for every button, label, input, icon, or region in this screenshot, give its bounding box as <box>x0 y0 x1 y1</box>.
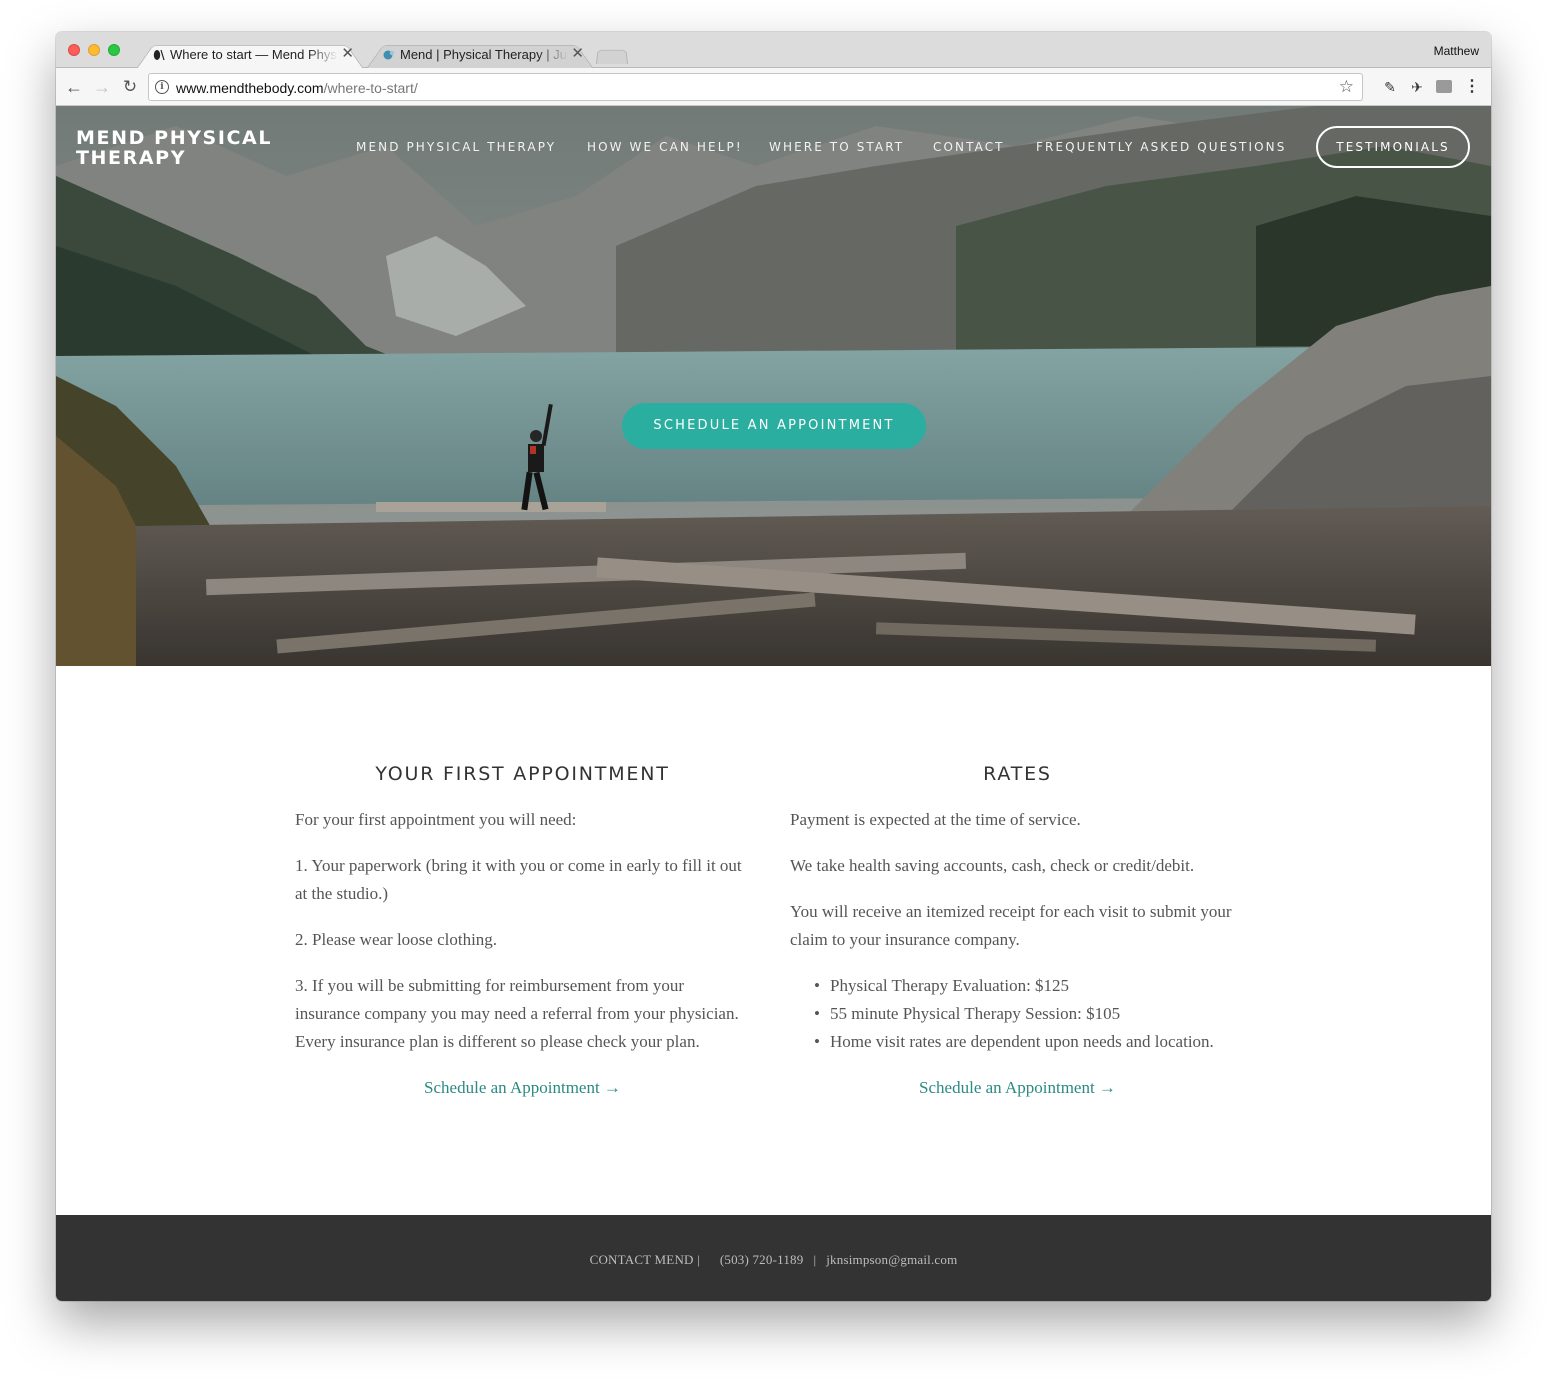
tab-title: Mend | Physical Therapy | Julie Simpson <box>400 47 568 62</box>
first-appointment-intro: For your first appointment you will need… <box>295 810 577 829</box>
first-appointment-heading: YOUR FIRST APPOINTMENT <box>375 763 670 785</box>
footer-divider: | <box>813 1252 817 1267</box>
page-content: MEND PHYSICAL THERAPY MEND PHYSICAL THER… <box>56 106 1491 1301</box>
zoom-window-button[interactable] <box>108 44 120 56</box>
hero-landscape-image <box>56 106 1491 666</box>
tab-mend-home[interactable]: Mend | Physical Therapy | Julie Simpson … <box>366 40 594 69</box>
site-info-icon[interactable]: i <box>155 80 169 94</box>
extension-box-icon[interactable] <box>1435 78 1453 96</box>
footer-email[interactable]: jknsimpson@gmail.com <box>826 1252 957 1267</box>
rates-paragraph: You will receive an itemized receipt for… <box>790 902 1232 949</box>
extension-dropper-icon[interactable]: ✎ <box>1381 78 1399 96</box>
hero-banner: MEND PHYSICAL THERAPY MEND PHYSICAL THER… <box>56 106 1491 666</box>
rates-paragraph: We take health saving accounts, cash, ch… <box>790 856 1195 875</box>
tab-close-icon[interactable]: ✕ <box>571 46 584 62</box>
nav-how-we-can-help[interactable]: HOW WE CAN HELP! <box>587 140 743 154</box>
minimize-window-button[interactable] <box>88 44 100 56</box>
site-logo[interactable]: MEND PHYSICAL THERAPY <box>76 128 306 168</box>
tab-title: Where to start — Mend Physical Therapy <box>170 47 338 62</box>
schedule-appointment-link[interactable]: Schedule an Appointment → <box>295 1074 750 1102</box>
first-appointment-section: YOUR FIRST APPOINTMENT For your first ap… <box>295 762 750 1102</box>
rates-list-item: Physical Therapy Evaluation: $125 <box>790 972 1245 1000</box>
rates-list-item: 55 minute Physical Therapy Session: $105 <box>790 1000 1245 1028</box>
schedule-appointment-link[interactable]: Schedule an Appointment → <box>790 1074 1245 1102</box>
testimonials-button[interactable]: TESTIMONIALS <box>1316 126 1470 168</box>
site-favicon-icon <box>153 49 165 61</box>
rates-section: RATES Payment is expected at the time of… <box>790 762 1245 1102</box>
rates-heading: RATES <box>983 763 1052 785</box>
new-tab-button[interactable] <box>596 48 628 64</box>
profile-name[interactable]: Matthew <box>1434 44 1479 58</box>
extension-bird-icon[interactable]: ✈ <box>1408 78 1426 96</box>
nav-contact[interactable]: CONTACT <box>933 140 1005 154</box>
nav-mend-physical-therapy[interactable]: MEND PHYSICAL THERAPY <box>356 140 556 154</box>
reload-icon[interactable]: ↻ <box>118 75 142 99</box>
footer-phone[interactable]: (503) 720-1189 <box>720 1252 804 1267</box>
tab-shape <box>596 49 628 64</box>
rates-paragraph: Payment is expected at the time of servi… <box>790 810 1081 829</box>
tab-strip: Where to start — Mend Physical Therapy ✕… <box>56 32 1491 69</box>
url-path: /where-to-start/ <box>323 80 418 96</box>
tab-close-icon[interactable]: ✕ <box>341 46 354 62</box>
forward-arrow-icon[interactable]: → <box>90 75 114 99</box>
url-host: www.mendthebody.com <box>176 80 324 96</box>
schedule-appointment-button[interactable]: SCHEDULE AN APPOINTMENT <box>622 403 926 449</box>
rates-list-item: Home visit rates are dependent upon need… <box>790 1028 1245 1056</box>
close-window-button[interactable] <box>68 44 80 56</box>
browser-window: Where to start — Mend Physical Therapy ✕… <box>56 32 1491 1301</box>
nav-faq[interactable]: FREQUENTLY ASKED QUESTIONS <box>1036 140 1286 154</box>
rates-list: Physical Therapy Evaluation: $125 55 min… <box>790 972 1245 1056</box>
tab-where-to-start[interactable]: Where to start — Mend Physical Therapy ✕ <box>136 40 364 69</box>
first-appointment-item: 2. Please wear loose clothing. <box>295 930 498 949</box>
browser-toolbar: ← → ↻ i www.mendthebody.com/where-to-sta… <box>56 68 1491 106</box>
first-appointment-item: 1. Your paperwork (bring it with you or … <box>295 856 742 903</box>
nav-where-to-start[interactable]: WHERE TO START <box>769 140 904 154</box>
browser-menu-icon[interactable]: ⋮ <box>1463 78 1481 96</box>
address-bar[interactable]: i www.mendthebody.com/where-to-start/ ☆ <box>148 73 1363 101</box>
footer-contact-label: CONTACT MEND | <box>589 1252 700 1267</box>
address-url[interactable]: www.mendthebody.com/where-to-start/ <box>176 79 418 97</box>
site-footer: CONTACT MEND | (503) 720-1189 | jknsimpson@… <box>56 1215 1491 1301</box>
first-appointment-item: 3. If you will be submitting for reimbur… <box>295 976 739 1051</box>
site-favicon-icon <box>383 50 395 60</box>
back-arrow-icon[interactable]: ← <box>62 75 86 99</box>
bookmark-star-icon[interactable]: ☆ <box>1339 78 1354 96</box>
footer-contact-line: CONTACT MEND | (503) 720-1189 | jknsimpson@… <box>56 1252 1491 1268</box>
